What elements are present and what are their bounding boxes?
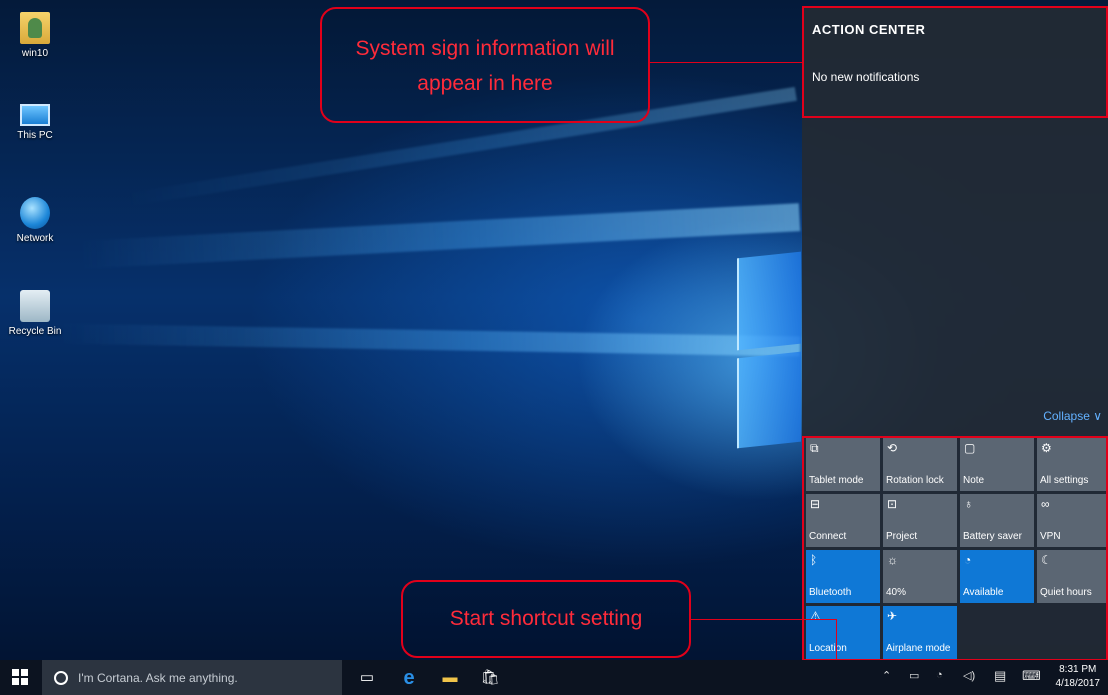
callout-arrow-line <box>691 619 837 620</box>
windows-logo-glow <box>737 251 801 449</box>
action-center-notification-icon[interactable]: ▤ <box>994 668 1006 684</box>
collapse-button[interactable]: Collapse ∨ <box>1043 409 1102 423</box>
desktop-icon-label: win10 <box>21 48 49 59</box>
computer-icon <box>20 104 50 126</box>
task-view-icon[interactable]: ▭ <box>355 666 379 690</box>
quick-actions-highlight <box>802 436 1108 661</box>
recycle-bin-icon <box>20 290 50 322</box>
battery-icon[interactable]: ▭ <box>909 669 919 682</box>
desktop-icon-this-pc[interactable]: This PC <box>2 104 68 141</box>
system-info-callout: System sign information will appear in h… <box>320 7 650 123</box>
search-placeholder: I'm Cortana. Ask me anything. <box>78 670 238 685</box>
file-explorer-icon[interactable]: ▬ <box>438 666 462 690</box>
taskbar-clock[interactable]: 8:31 PM 4/18/2017 <box>1056 663 1101 691</box>
desktop-icon-label: Recycle Bin <box>8 326 62 337</box>
desktop-icon-win10[interactable]: win10 <box>2 12 68 59</box>
user-folder-icon <box>20 12 50 44</box>
edge-browser-icon[interactable]: e <box>397 666 421 690</box>
logo-pane <box>737 251 801 351</box>
notification-area-highlight <box>802 6 1108 118</box>
cortana-search-box[interactable]: I'm Cortana. Ask me anything. <box>42 660 342 695</box>
wifi-icon[interactable]: ◔ <box>936 669 943 681</box>
logo-pane <box>737 351 801 449</box>
wallpaper-beam <box>59 323 801 357</box>
wallpaper-beam <box>79 203 801 269</box>
desktop-icon-label: This PC <box>17 130 53 141</box>
store-icon[interactable]: 🛍 <box>478 666 502 690</box>
windows-logo-icon <box>21 678 28 685</box>
shortcut-callout: Start shortcut setting <box>401 580 691 658</box>
show-hidden-icons-chevron-icon[interactable]: ⌃ <box>882 669 891 682</box>
windows-logo-icon <box>21 669 28 676</box>
clock-time: 8:31 PM <box>1059 664 1097 675</box>
cortana-icon <box>54 670 68 685</box>
touch-keyboard-icon[interactable]: ⌨ <box>1022 668 1041 684</box>
system-info-callout-text: System sign information will appear in h… <box>355 37 615 95</box>
volume-icon[interactable]: ◁) <box>963 669 975 682</box>
windows-logo-icon <box>12 678 19 685</box>
clock-date: 4/18/2017 <box>1055 678 1101 689</box>
network-globe-icon <box>20 197 50 229</box>
desktop-icon-recycle-bin[interactable]: Recycle Bin <box>2 290 68 337</box>
desktop-icon-label: Network <box>16 233 54 244</box>
windows-logo-icon <box>12 669 19 676</box>
taskbar: I'm Cortana. Ask me anything. ▭ e ▬ 🛍 ⌃ … <box>0 660 1108 695</box>
desktop-icon-network[interactable]: Network <box>2 197 68 244</box>
callout-arrow-line <box>650 62 802 63</box>
start-button[interactable] <box>12 669 30 687</box>
